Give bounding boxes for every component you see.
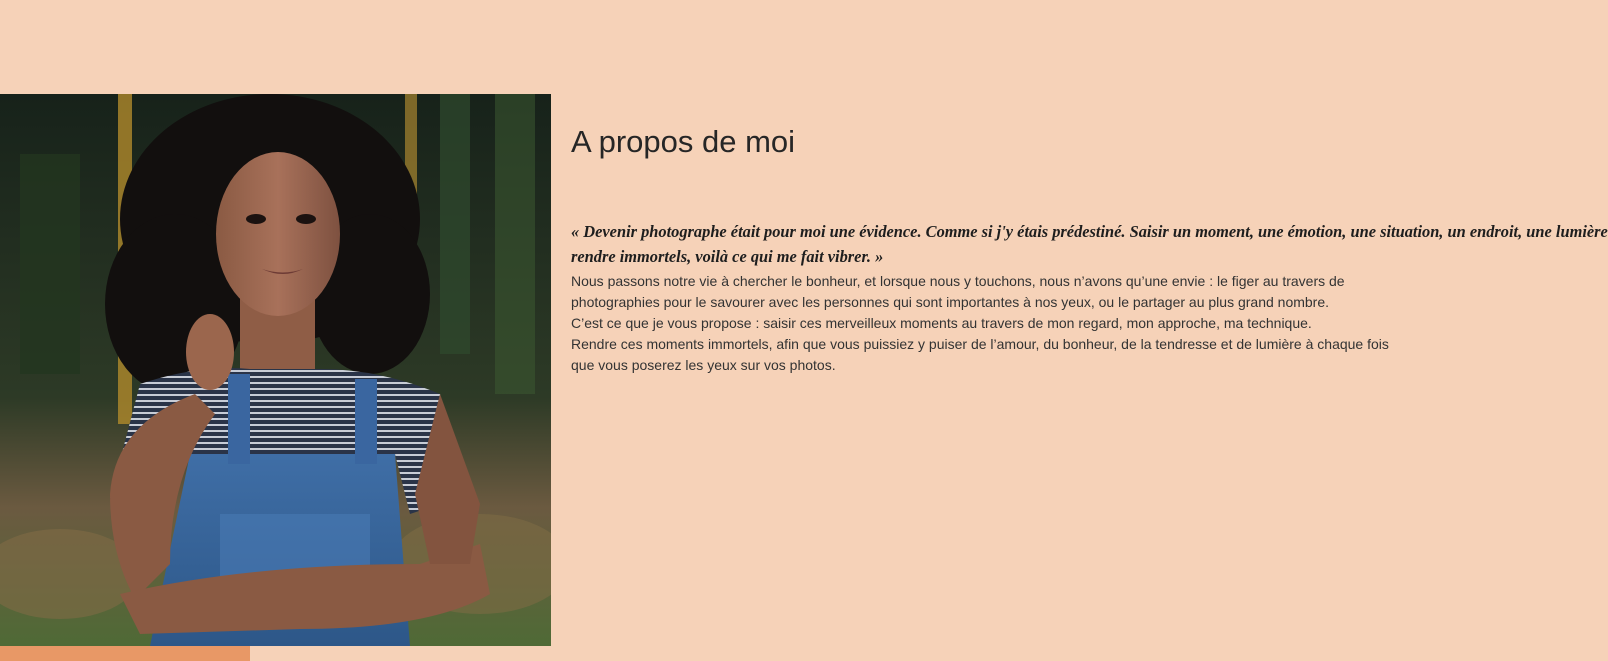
body-line: photographies pour le savourer avec les … bbox=[571, 294, 1330, 310]
portrait-photo bbox=[0, 94, 551, 646]
body-line: que vous poserez les yeux sur vos photos… bbox=[571, 357, 836, 373]
about-body: Nous passons notre vie à chercher le bon… bbox=[571, 271, 1389, 376]
quote-line: « Devenir photographe était pour moi une… bbox=[571, 222, 1608, 241]
quote-line: rendre immortels, voilà ce qui me fait v… bbox=[571, 247, 884, 266]
body-line: C’est ce que je vous propose : saisir ce… bbox=[571, 315, 1312, 331]
accent-bar bbox=[0, 646, 250, 661]
about-title: A propos de moi bbox=[571, 124, 796, 159]
portrait-illustration bbox=[0, 94, 551, 646]
body-line: Rendre ces moments immortels, afin que v… bbox=[571, 336, 1389, 352]
body-line: Nous passons notre vie à chercher le bon… bbox=[571, 273, 1345, 289]
about-quote: « Devenir photographe était pour moi une… bbox=[571, 219, 1608, 269]
